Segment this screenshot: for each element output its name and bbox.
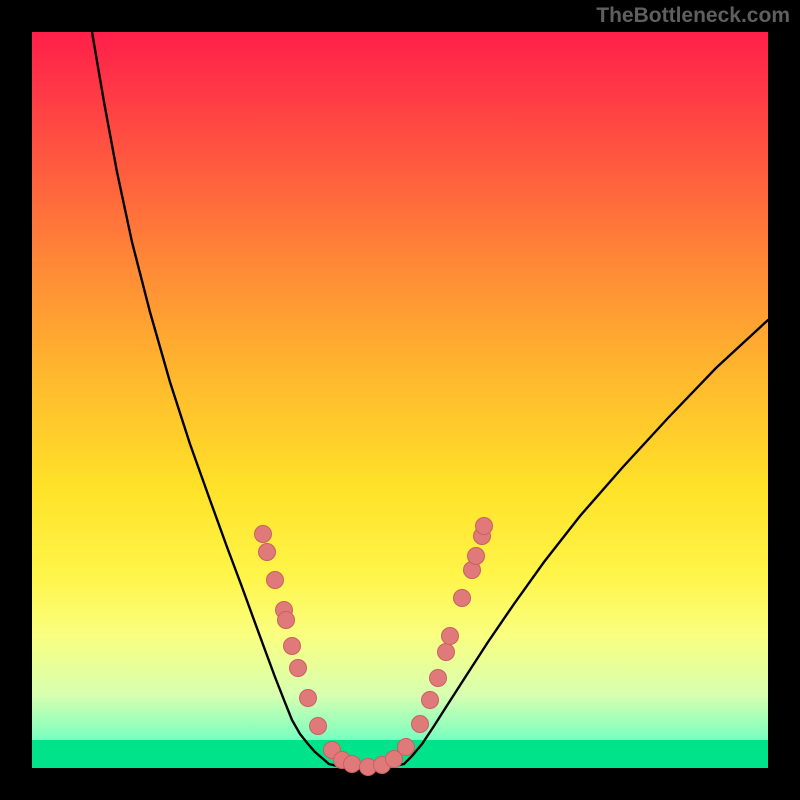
data-marker xyxy=(454,590,471,607)
data-marker xyxy=(300,690,317,707)
data-marker xyxy=(278,612,295,629)
chart-frame: TheBottleneck.com xyxy=(0,0,800,800)
data-markers xyxy=(255,518,493,776)
data-marker xyxy=(468,548,485,565)
data-marker xyxy=(259,544,276,561)
data-marker xyxy=(267,572,284,589)
data-marker xyxy=(412,716,429,733)
data-marker xyxy=(476,518,493,535)
data-marker xyxy=(310,718,327,735)
data-marker xyxy=(398,739,415,756)
data-marker xyxy=(422,692,439,709)
data-marker xyxy=(255,526,272,543)
chart-plot-area xyxy=(32,32,768,768)
data-marker xyxy=(344,756,361,773)
data-marker xyxy=(290,660,307,677)
data-marker xyxy=(442,628,459,645)
data-marker xyxy=(438,644,455,661)
data-marker xyxy=(430,670,447,687)
data-marker xyxy=(284,638,301,655)
chart-svg xyxy=(32,32,768,768)
bottleneck-curve xyxy=(92,32,768,768)
watermark-text: TheBottleneck.com xyxy=(596,4,790,28)
